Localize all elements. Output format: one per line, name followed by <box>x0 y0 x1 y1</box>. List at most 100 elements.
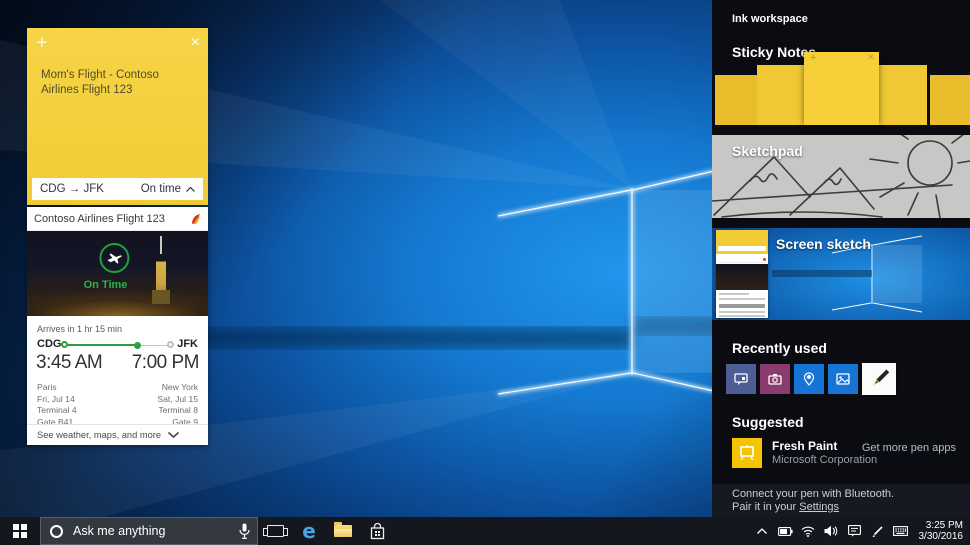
touch-keyboard-icon[interactable] <box>891 517 909 545</box>
photo-status-label: On Time <box>27 279 184 291</box>
departure-time: 3:45 AM <box>36 352 102 374</box>
recent-app-messaging[interactable] <box>726 364 756 394</box>
thumb-close-icon: × <box>868 52 874 63</box>
microphone-icon[interactable] <box>239 523 250 544</box>
hidden-icons-chevron[interactable] <box>753 517 771 545</box>
task-view-icon <box>267 525 284 537</box>
sticky-note-thumb[interactable] <box>757 65 805 125</box>
flight-route-text: CDG → JFK <box>40 183 104 195</box>
origin-city: Paris <box>37 382 57 392</box>
chevron-down-icon <box>168 432 179 438</box>
route-progress-row: CDG JFK <box>27 338 208 352</box>
origin-airport-code: CDG <box>37 338 61 350</box>
maps-app-icon <box>803 372 815 386</box>
clock[interactable]: 3:25 PM 3/30/2016 <box>914 520 966 542</box>
file-explorer-icon <box>334 525 352 537</box>
edge-button[interactable]: e <box>292 517 326 545</box>
pen-icon[interactable] <box>868 517 886 545</box>
fresh-paint-tile[interactable] <box>732 438 762 468</box>
recently-used-label: Recently used <box>732 340 827 356</box>
recent-app-photos[interactable] <box>828 364 858 394</box>
sticky-note-thumb[interactable] <box>879 65 927 125</box>
origin-terminal: Terminal 4 <box>37 405 77 415</box>
file-explorer-button[interactable] <box>326 517 360 545</box>
clock-time: 3:25 PM <box>914 520 963 531</box>
pen-pairing-footer: Connect your pen with Bluetooth. Pair it… <box>712 484 970 517</box>
ink-workspace-panel: Ink workspace Sticky Notes + × <box>712 0 970 517</box>
flight-card-title: Contoso Airlines Flight 123 <box>34 213 165 225</box>
camera-app-icon <box>768 373 782 385</box>
chevron-up-icon[interactable] <box>186 187 195 192</box>
search-placeholder-text: Ask me anything <box>73 524 165 538</box>
sticky-note-thumb[interactable] <box>930 75 970 125</box>
windows-logo-icon <box>13 524 27 538</box>
sticky-notes-preview[interactable]: + × <box>712 52 970 125</box>
suggested-app-publisher: Microsoft Corporation <box>772 454 877 466</box>
flight-photo: On Time <box>27 231 208 316</box>
panel-title: Ink workspace <box>732 13 808 25</box>
recently-used-tiles <box>712 364 970 394</box>
arrival-countdown: Arrives in 1 hr 15 min <box>37 324 122 334</box>
recent-app-pen[interactable] <box>862 363 896 395</box>
flight-status-text: On time <box>141 183 195 195</box>
pairing-hint-line1: Connect your pen with Bluetooth. <box>732 488 950 501</box>
taskbar-apps: e <box>258 517 394 545</box>
destination-city: New York <box>162 382 198 392</box>
arrival-time: 7:00 PM <box>132 352 199 374</box>
flight-details: Arrives in 1 hr 15 min CDG JFK 3:45 AM 7… <box>27 316 208 445</box>
suggested-app-row: Fresh Paint Microsoft Corporation Get mo… <box>732 438 956 470</box>
recent-app-camera[interactable] <box>760 364 790 394</box>
edge-icon: e <box>302 521 316 541</box>
cortana-search-box[interactable]: Ask me anything <box>40 517 258 545</box>
flight-info-rows: Paris New York Fri, Jul 14 Sat, Jul 15 T… <box>27 382 208 428</box>
get-more-pen-apps-link[interactable]: Get more pen apps <box>862 442 956 454</box>
destination-airport-code: JFK <box>177 338 198 350</box>
sticky-note-text[interactable]: Mom's Flight - Contoso Airlines Flight 1… <box>41 68 193 98</box>
airplane-icon <box>106 250 122 266</box>
action-center-icon[interactable] <box>845 517 863 545</box>
start-button[interactable] <box>0 517 40 545</box>
contoso-airlines-logo-icon <box>190 213 201 225</box>
flight-card-header: Contoso Airlines Flight 123 <box>27 207 208 231</box>
wifi-icon[interactable] <box>799 517 817 545</box>
fountain-pen-app-icon <box>867 367 891 391</box>
sketchpad-section-label: Sketchpad <box>732 143 803 159</box>
settings-link[interactable]: Settings <box>799 501 839 513</box>
suggested-label: Suggested <box>732 414 804 430</box>
add-note-button[interactable]: + <box>36 32 48 54</box>
screen-sketch-section[interactable]: Screen sketch <box>712 228 970 320</box>
suggested-app-name[interactable]: Fresh Paint <box>772 439 837 453</box>
store-button[interactable] <box>360 517 394 545</box>
cortana-icon <box>50 525 63 538</box>
recent-app-maps[interactable] <box>794 364 824 394</box>
clock-date: 3/30/2016 <box>914 531 963 542</box>
sketchpad-section[interactable]: Sketchpad <box>712 135 970 218</box>
thumb-add-icon: + <box>810 52 816 64</box>
fresh-paint-easel-icon <box>738 444 756 462</box>
empire-state-building <box>156 252 166 304</box>
task-view-button[interactable] <box>258 517 292 545</box>
screen: + × Mom's Flight - Contoso Airlines Flig… <box>0 0 970 545</box>
sticky-note-toolbar: + × <box>27 32 208 56</box>
battery-icon[interactable] <box>776 517 794 545</box>
flight-progress-bar <box>67 344 168 347</box>
departure-date: Fri, Jul 14 <box>37 394 75 404</box>
screen-sketch-thumbnail <box>716 230 768 318</box>
sticky-note-thumb-active[interactable]: + × <box>804 52 879 125</box>
flight-status-bar[interactable]: CDG → JFK On time <box>32 178 203 200</box>
store-icon <box>370 523 385 540</box>
close-note-button[interactable]: × <box>191 33 200 53</box>
screen-sketch-section-label: Screen sketch <box>776 236 871 252</box>
system-tray: 3:25 PM 3/30/2016 <box>753 517 970 545</box>
volume-icon[interactable] <box>822 517 840 545</box>
flight-times-row: 3:45 AM 7:00 PM <box>27 352 208 378</box>
on-time-badge-icon <box>99 243 129 273</box>
see-more-link[interactable]: See weather, maps, and more <box>27 424 208 445</box>
flight-card[interactable]: Contoso Airlines Flight 123 On Time Arri… <box>27 207 208 445</box>
messaging-app-icon <box>734 373 748 386</box>
taskbar: Ask me anything e <box>0 517 970 545</box>
arrival-date: Sat, Jul 15 <box>157 394 198 404</box>
photos-app-icon <box>836 373 850 385</box>
sticky-note[interactable]: + × Mom's Flight - Contoso Airlines Flig… <box>27 28 208 205</box>
sticky-note-thumb[interactable] <box>715 75 757 125</box>
